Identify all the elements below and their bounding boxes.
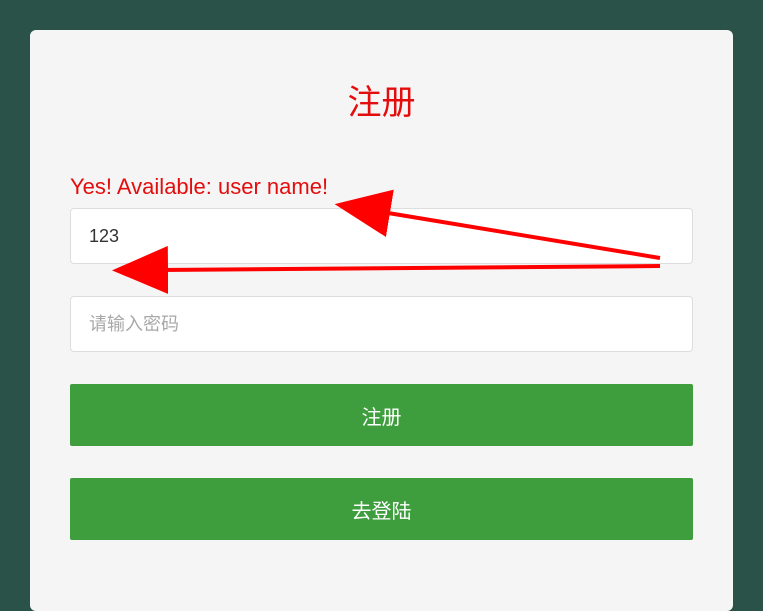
username-validation-message: Yes! Available: user name! bbox=[70, 174, 693, 200]
password-input[interactable] bbox=[70, 296, 693, 352]
page-title: 注册 bbox=[70, 75, 693, 124]
register-button[interactable]: 注册 bbox=[70, 384, 693, 446]
go-login-button[interactable]: 去登陆 bbox=[70, 478, 693, 540]
register-panel: 注册 Yes! Available: user name! 注册 去登陆 bbox=[30, 30, 733, 611]
username-input[interactable] bbox=[70, 208, 693, 264]
